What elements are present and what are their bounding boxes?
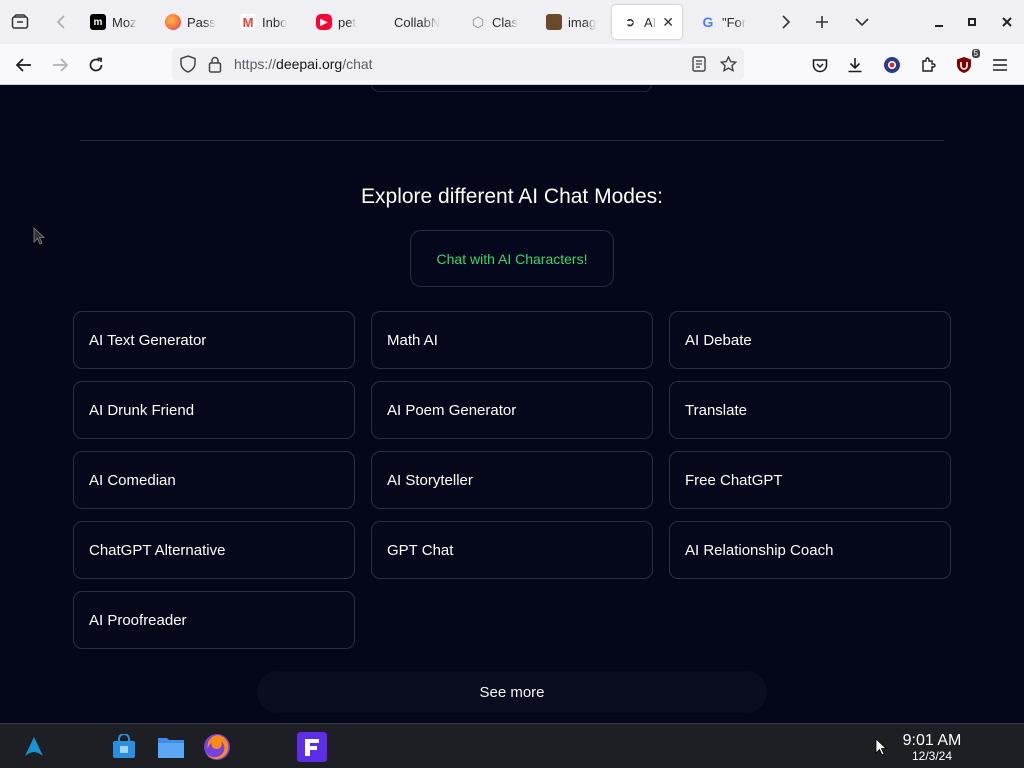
app-launcher-f-icon[interactable] bbox=[297, 732, 327, 762]
mode-ai-text-generator[interactable]: AI Text Generator bbox=[73, 311, 355, 369]
mode-ai-proofreader[interactable]: AI Proofreader bbox=[73, 591, 355, 649]
pocket-icon[interactable] bbox=[809, 54, 831, 76]
clock-time: 9:01 AM bbox=[902, 732, 962, 749]
google-icon: G bbox=[702, 14, 714, 30]
url-text[interactable]: https://deepai.org/chat bbox=[234, 56, 373, 72]
page-content: Explore different AI Chat Modes: Chat wi… bbox=[0, 85, 1024, 723]
firefox-taskbar-icon[interactable] bbox=[202, 732, 232, 762]
tab-image[interactable]: imag bbox=[536, 5, 608, 39]
scroll-tabs-left-icon[interactable] bbox=[51, 12, 71, 32]
chat-modes-heading: Explore different AI Chat Modes: bbox=[361, 185, 663, 208]
mode-translate[interactable]: Translate bbox=[669, 381, 951, 439]
m-icon: m bbox=[90, 14, 106, 30]
firefox-icon bbox=[165, 14, 181, 30]
tab-list-icon[interactable] bbox=[10, 12, 30, 32]
downloads-icon[interactable] bbox=[844, 54, 866, 76]
image-icon bbox=[546, 14, 562, 30]
mode-chatgpt-alternative[interactable]: ChatGPT Alternative bbox=[73, 521, 355, 579]
account-avatar-icon[interactable] bbox=[881, 54, 903, 76]
gmail-icon: M bbox=[240, 14, 256, 30]
mode-ai-debate[interactable]: AI Debate bbox=[669, 311, 951, 369]
tab-title: "For bbox=[722, 14, 747, 30]
store-icon[interactable] bbox=[109, 732, 139, 762]
back-icon[interactable] bbox=[13, 54, 35, 76]
minimize-icon[interactable] bbox=[929, 12, 949, 32]
shield-icon[interactable] bbox=[177, 53, 199, 75]
ublock-origin-icon[interactable]: 5 bbox=[953, 49, 980, 76]
tab-title: CollabN bbox=[394, 14, 441, 30]
tab-pass[interactable]: Pass bbox=[155, 5, 227, 39]
tab-inbox[interactable]: M Inbo bbox=[230, 5, 302, 39]
reload-icon[interactable] bbox=[85, 54, 107, 76]
deepai-icon: ➲ bbox=[624, 15, 636, 29]
url-path: /chat bbox=[342, 56, 373, 72]
maximize-icon[interactable] bbox=[962, 12, 982, 32]
navigation-toolbar: https://deepai.org/chat 5 bbox=[0, 44, 1024, 85]
tab-strip: m Moz Pass M Inbo ▶ pet CollabN ⬡ Clas i… bbox=[0, 0, 1024, 44]
hexagon-icon: ⬡ bbox=[471, 13, 485, 30]
tab-collabn[interactable]: CollabN bbox=[384, 5, 454, 39]
arch-launcher-icon[interactable] bbox=[19, 732, 49, 762]
mode-ai-relationship-coach[interactable]: AI Relationship Coach bbox=[669, 521, 951, 579]
scroll-tabs-right-icon[interactable] bbox=[776, 12, 796, 32]
youtube-icon: ▶ bbox=[316, 14, 332, 30]
extensions-icon[interactable] bbox=[917, 54, 939, 76]
mouse-pointer-icon bbox=[875, 738, 887, 756]
file-manager-icon[interactable] bbox=[156, 732, 186, 762]
reader-view-icon[interactable] bbox=[688, 53, 710, 75]
mode-ai-comedian[interactable]: AI Comedian bbox=[73, 451, 355, 509]
tab-title: Moz bbox=[112, 14, 137, 30]
tab-title: imag bbox=[568, 14, 597, 30]
bookmark-star-icon[interactable] bbox=[717, 53, 739, 75]
url-bar[interactable]: https://deepai.org/chat bbox=[172, 48, 744, 80]
tab-ai-active[interactable]: ➲ AI ✕ bbox=[612, 5, 682, 39]
tab-google[interactable]: G "For bbox=[690, 5, 762, 39]
tab-pet[interactable]: ▶ pet bbox=[306, 5, 376, 39]
tab-title: Inbo bbox=[262, 14, 288, 30]
tab-moz[interactable]: m Moz bbox=[80, 5, 152, 39]
clock-date: 12/3/24 bbox=[911, 749, 953, 763]
mode-ai-storyteller[interactable]: AI Storyteller bbox=[371, 451, 653, 509]
mode-math-ai[interactable]: Math AI bbox=[371, 311, 653, 369]
tab-title: Pass bbox=[187, 14, 216, 30]
url-host: deepai.org bbox=[276, 56, 343, 72]
mode-free-chatgpt[interactable]: Free ChatGPT bbox=[669, 451, 951, 509]
tab-title: AI bbox=[644, 14, 657, 30]
url-scheme: https:// bbox=[234, 56, 277, 72]
mode-card-partial[interactable] bbox=[371, 85, 652, 92]
tab-title: pet bbox=[338, 14, 357, 30]
menu-hamburger-icon[interactable] bbox=[989, 54, 1011, 76]
section-divider bbox=[80, 140, 944, 141]
list-all-tabs-icon[interactable] bbox=[852, 12, 872, 32]
tab-title: Clas bbox=[492, 14, 519, 30]
close-tab-icon[interactable]: ✕ bbox=[662, 14, 674, 31]
see-more-button[interactable]: See more bbox=[257, 671, 767, 713]
forward-icon[interactable] bbox=[49, 54, 71, 76]
close-window-icon[interactable] bbox=[997, 12, 1017, 32]
system-clock[interactable]: 9:01 AM 12/3/24 bbox=[895, 732, 969, 763]
mode-ai-poem-generator[interactable]: AI Poem Generator bbox=[371, 381, 653, 439]
lock-icon[interactable] bbox=[204, 53, 226, 75]
extension-badge: 5 bbox=[971, 49, 980, 58]
mouse-pointer-icon bbox=[33, 227, 45, 245]
mode-ai-drunk-friend[interactable]: AI Drunk Friend bbox=[73, 381, 355, 439]
chat-with-ai-characters-button[interactable]: Chat with AI Characters! bbox=[410, 230, 614, 287]
taskbar: 9:01 AM 12/3/24 bbox=[0, 723, 1024, 768]
mode-gpt-chat[interactable]: GPT Chat bbox=[371, 521, 653, 579]
tab-class[interactable]: ⬡ Clas bbox=[460, 5, 532, 39]
new-tab-icon[interactable] bbox=[812, 12, 832, 32]
